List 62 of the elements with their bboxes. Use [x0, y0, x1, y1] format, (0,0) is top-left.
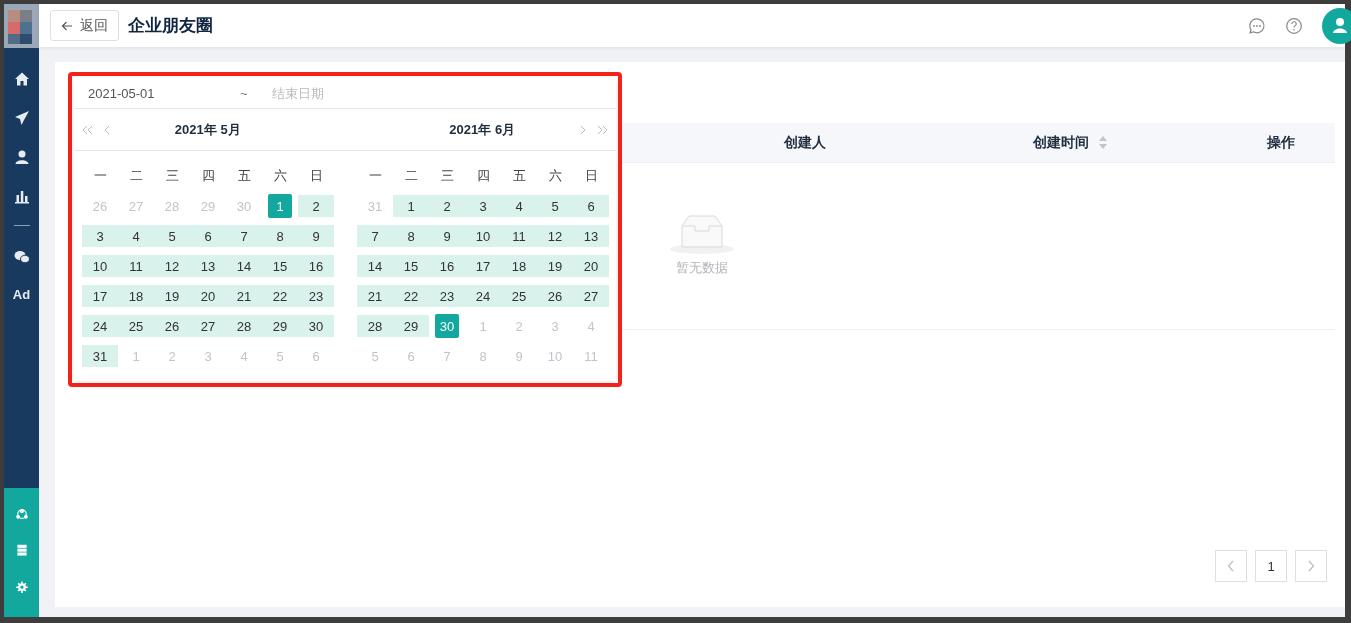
month-title: 2021年 5月	[173, 120, 242, 139]
in-range-date[interactable]: 1	[407, 198, 415, 214]
column-header: 创建人	[784, 133, 826, 152]
in-range-date[interactable]: 4	[132, 228, 140, 244]
back-button[interactable]: 返回	[50, 10, 119, 41]
help-icon[interactable]	[1285, 16, 1303, 35]
chevron-right-icon[interactable]	[580, 124, 586, 135]
month-title: 2021年 6月	[448, 120, 517, 139]
weekday-label: 二	[403, 167, 419, 185]
in-range-date[interactable]: 6	[204, 228, 212, 244]
weekday-label: 六	[547, 167, 563, 185]
arrow-left-icon	[61, 19, 73, 32]
start-date-field[interactable]: 2021-05-01	[88, 85, 240, 101]
weekday-label: 三	[164, 167, 180, 185]
in-range-date[interactable]: 5	[551, 198, 559, 214]
chevron-left-icon[interactable]	[104, 124, 110, 135]
chat-bubble-icon[interactable]	[1248, 16, 1266, 35]
user-avatar-icon[interactable]	[1322, 7, 1351, 44]
in-range-date[interactable]: 2	[443, 198, 451, 214]
weekday-label: 日	[583, 167, 599, 185]
settings-icon[interactable]	[13, 580, 30, 593]
weekday-label: 一	[92, 167, 108, 185]
weekday-label: 日	[308, 167, 324, 185]
in-range-date[interactable]: 4	[515, 198, 523, 214]
page-title: 企业朋友圈	[128, 15, 213, 37]
network-icon[interactable]	[13, 508, 30, 521]
chat-bubbles-icon[interactable]	[13, 249, 30, 265]
weekday-label: 三	[439, 167, 455, 185]
sort-icon[interactable]	[1099, 136, 1107, 149]
double-chevron-right-icon[interactable]	[596, 124, 608, 135]
empty-inbox-icon	[669, 213, 734, 255]
in-range-date[interactable]: 8	[407, 228, 415, 244]
in-range-date[interactable]: 2	[312, 198, 320, 214]
in-range-date[interactable]: 3	[479, 198, 487, 214]
in-range-date[interactable]: 9	[312, 228, 320, 244]
weekday-label: 四	[475, 167, 491, 185]
weekday-label: 四	[200, 167, 216, 185]
in-range-date[interactable]: 3	[96, 228, 104, 244]
in-range-date[interactable]: 6	[587, 198, 595, 214]
user-icon[interactable]	[13, 149, 30, 165]
in-range-date[interactable]: 8	[276, 228, 284, 244]
chevron-left-icon	[1227, 560, 1235, 572]
weekday-label: 二	[128, 167, 144, 185]
page-button[interactable]: 1	[1255, 550, 1287, 582]
paper-plane-icon[interactable]	[13, 110, 30, 126]
weekday-label: 五	[236, 167, 252, 185]
weekday-label: 六	[272, 167, 288, 185]
chevron-right-icon	[1307, 560, 1315, 572]
in-range-date[interactable]: 7	[240, 228, 248, 244]
weekday-label: 五	[511, 167, 527, 185]
range-separator: ~	[240, 85, 249, 101]
empty-text: 暂无数据	[675, 259, 728, 277]
home-icon[interactable]	[13, 71, 30, 87]
in-range-date[interactable]: 9	[443, 228, 451, 244]
column-header: 操作	[1267, 133, 1295, 152]
double-chevron-left-icon[interactable]	[82, 124, 94, 135]
in-range-date[interactable]: 5	[168, 228, 176, 244]
in-range-date[interactable]: 7	[371, 228, 379, 244]
column-header: 创建时间	[1033, 133, 1089, 152]
sidebar-item[interactable]: Ad	[12, 287, 31, 302]
weekday-label: 一	[367, 167, 383, 185]
bar-chart-icon[interactable]	[13, 188, 30, 204]
